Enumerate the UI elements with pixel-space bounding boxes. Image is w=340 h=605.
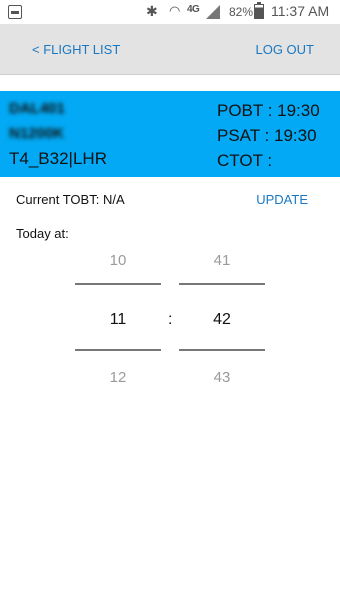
time-separator: : (168, 311, 173, 328)
hour-divider-bottom (75, 349, 161, 351)
minute-prev[interactable]: 41 (179, 252, 265, 269)
today-at-label: Today at: (16, 226, 69, 241)
minute-divider-top (179, 283, 265, 285)
minute-divider-bottom (179, 349, 265, 351)
notification-icon (8, 5, 22, 19)
aircraft-registration: N1200K (9, 125, 65, 142)
status-bar: ✱ ◠ 4G 82% 11:37 AM (0, 0, 340, 24)
hour-prev[interactable]: 10 (75, 252, 161, 269)
minute-picker[interactable]: 41 42 43 (179, 0, 265, 605)
hour-picker[interactable]: 10 11 12 (75, 0, 161, 605)
flight-callsign: DAL401 (9, 100, 65, 117)
status-time: 11:37 AM (271, 3, 330, 19)
top-nav: < FLIGHT LIST LOG OUT (0, 24, 340, 75)
hour-selected[interactable]: 11 (75, 311, 161, 329)
minute-next[interactable]: 43 (179, 369, 265, 386)
hour-divider-top (75, 283, 161, 285)
hour-next[interactable]: 12 (75, 369, 161, 386)
flight-info-bar: DAL401 N1200K T4_B32|LHR POBT : 19:30 PS… (0, 91, 340, 177)
minute-selected[interactable]: 42 (179, 311, 265, 329)
